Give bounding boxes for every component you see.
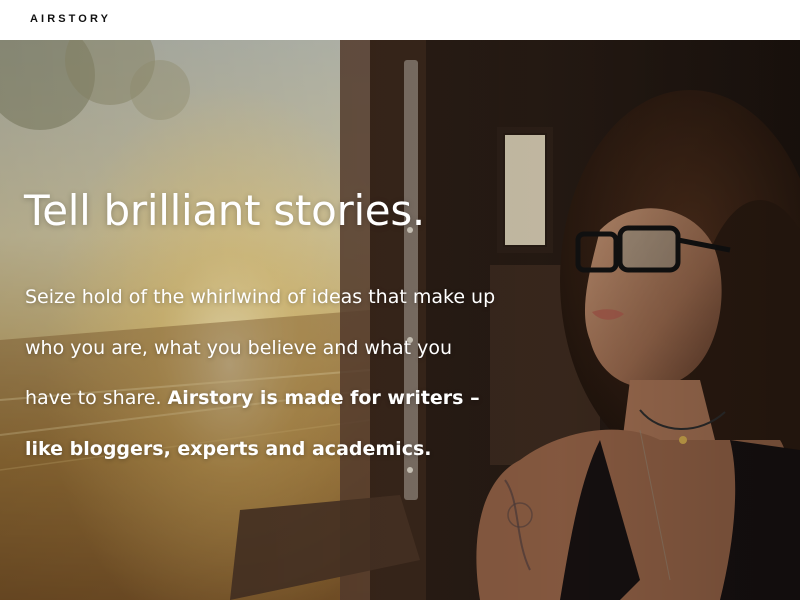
hero-body-line-3-regular: have to share. <box>25 387 168 409</box>
hero-body-line-1: Seize hold of the whirlwind of ideas tha… <box>25 286 496 308</box>
hero-body-line-3: have to share. Airstory is made for writ… <box>25 373 535 424</box>
hero-section: Tell brilliant stories. Seize hold of th… <box>0 40 800 600</box>
top-navigation-bar: AIRSTORY <box>0 0 800 40</box>
hero-body-line-3-bold: Airstory is made for writers – <box>167 387 480 409</box>
airstory-logo[interactable]: AIRSTORY <box>30 13 111 25</box>
hero-body-line-2: who you are, what you believe and what y… <box>25 336 453 359</box>
hero-headline: Tell brilliant stories. <box>24 186 425 235</box>
hero-body-line-4-bold: like bloggers, experts and academics. <box>25 437 432 460</box>
hero-body-copy: Seize hold of the whirlwind of ideas tha… <box>25 272 535 474</box>
hero-body-line-4: like bloggers, experts and academics. <box>25 424 535 475</box>
